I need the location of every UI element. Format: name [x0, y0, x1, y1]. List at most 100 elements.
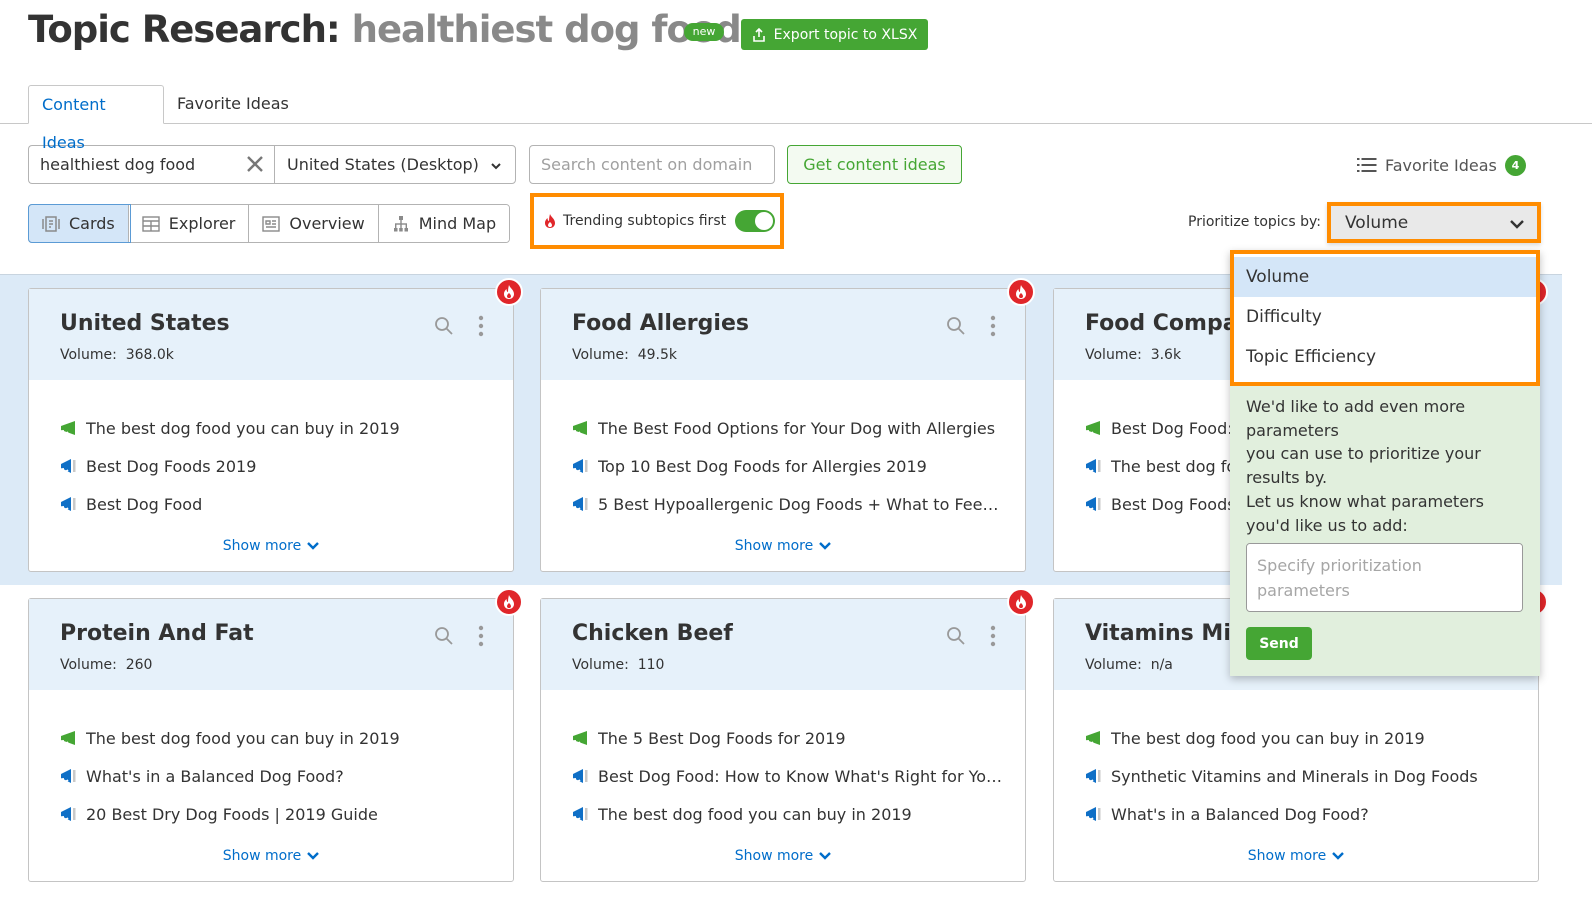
volume-value: 110 — [637, 657, 665, 673]
volume-label: Volume: — [60, 657, 117, 673]
headline-megaphone-icon — [573, 807, 588, 821]
headline-item[interactable]: The best dog food you can buy in 2019 — [60, 409, 493, 447]
search-icon[interactable] — [946, 316, 966, 336]
view-overview-label: Overview — [289, 214, 365, 233]
more-options-icon[interactable] — [989, 315, 997, 337]
fire-icon — [504, 285, 514, 299]
view-explorer-button[interactable]: Explorer — [128, 205, 250, 242]
headline-item[interactable]: Best Dog Foods 2019 — [60, 447, 493, 485]
tab-favorite-ideas[interactable]: Favorite Ideas — [164, 85, 302, 124]
page-title-keyword: healthiest dog food — [351, 8, 742, 51]
headline-list: The Best Food Options for Your Dog with … — [572, 409, 1005, 523]
fire-icon — [1016, 595, 1026, 609]
chevron-down-icon — [819, 542, 832, 550]
favorite-ideas-link[interactable]: Favorite Ideas 4 — [1357, 153, 1526, 177]
more-options-icon[interactable] — [989, 625, 997, 647]
card-title[interactable]: Protein And Fat — [60, 621, 254, 646]
prioritization-feedback-input[interactable] — [1246, 543, 1523, 612]
new-badge: new — [684, 23, 724, 41]
headline-item[interactable]: The best dog food you can buy in 2019 — [572, 795, 1005, 833]
show-more-link[interactable]: Show more — [541, 848, 1025, 864]
tab-content-ideas[interactable]: Content Ideas — [28, 85, 164, 152]
prioritize-option-volume[interactable]: Volume — [1234, 257, 1536, 297]
headline-megaphone-icon — [61, 769, 76, 783]
headline-item[interactable]: The 5 Best Dog Foods for 2019 — [572, 719, 1005, 757]
page-title-prefix: Topic Research: — [28, 8, 341, 51]
chevron-down-icon — [307, 852, 320, 860]
headline-megaphone-icon — [1086, 459, 1101, 473]
volume-value: 260 — [125, 657, 153, 673]
headline-item[interactable]: The best dog food you can buy in 2019 — [1085, 719, 1518, 757]
headline-item[interactable]: The best dog food you can buy in 2019 — [60, 719, 493, 757]
volume-value: 49.5k — [637, 347, 677, 363]
send-feedback-button[interactable]: Send — [1246, 627, 1312, 660]
show-more-link[interactable]: Show more — [29, 848, 513, 864]
fire-icon — [504, 595, 514, 609]
search-icon[interactable] — [434, 316, 454, 336]
headline-list: The 5 Best Dog Foods for 2019 Best Dog Fo… — [572, 719, 1005, 833]
headline-item[interactable]: What's in a Balanced Dog Food? — [1085, 795, 1518, 833]
feedback-line: results by. — [1246, 468, 1328, 488]
prioritize-option-topic-efficiency[interactable]: Topic Efficiency — [1234, 337, 1536, 377]
headline-item[interactable]: Best Dog Food — [60, 485, 493, 523]
headline-item[interactable]: Top 10 Best Dog Foods for Allergies 2019 — [572, 447, 1005, 485]
show-more-link[interactable]: Show more — [541, 538, 1025, 554]
card-title[interactable]: Chicken Beef — [572, 621, 733, 646]
card-volume: Volume: 260 — [60, 657, 152, 673]
headline-text: The best dog food you can buy in 2019 — [86, 418, 400, 438]
database-select[interactable]: United States (Desktop) — [274, 145, 516, 184]
headline-item[interactable]: 20 Best Dry Dog Foods | 2019 Guide — [60, 795, 493, 833]
headline-list: The best dog food you can buy in 2019 Syn… — [1085, 719, 1518, 833]
chevron-down-icon — [1332, 852, 1345, 860]
get-content-ideas-button[interactable]: Get content ideas — [787, 145, 962, 184]
top-headline-megaphone-icon — [1086, 421, 1100, 435]
chevron-down-icon — [819, 852, 832, 860]
topic-card: Food Allergies Volume: 49.5k The Best Food… — [540, 288, 1026, 572]
fire-icon — [1016, 285, 1026, 299]
prioritize-option-difficulty[interactable]: Difficulty — [1234, 297, 1536, 337]
search-icon[interactable] — [434, 626, 454, 646]
search-icon[interactable] — [946, 626, 966, 646]
card-title[interactable]: Food Allergies — [572, 311, 749, 336]
headline-megaphone-icon — [573, 497, 588, 511]
view-overview-button[interactable]: Overview — [249, 205, 379, 242]
card-title[interactable]: United States — [60, 311, 230, 336]
more-options-icon[interactable] — [477, 315, 485, 337]
card-volume: Volume: 49.5k — [572, 347, 677, 363]
topic-card: Chicken Beef Volume: 110 The 5 Best Dog Fo… — [540, 598, 1026, 882]
headline-item[interactable]: 5 Best Hypoallergenic Dog Foods + What t… — [572, 485, 1005, 523]
headline-text: The Best Food Options for Your Dog with … — [598, 418, 996, 438]
table-icon — [142, 215, 160, 232]
headline-megaphone-icon — [61, 497, 76, 511]
topic-card: United States Volume: 368.0k The best dog … — [28, 288, 514, 572]
feedback-message: We'd like to add even more parameters yo… — [1246, 395, 1526, 537]
trending-badge — [495, 588, 523, 616]
card-volume: Volume: 110 — [572, 657, 664, 673]
chevron-down-icon — [1510, 220, 1524, 229]
headline-item[interactable]: Synthetic Vitamins and Minerals in Dog F… — [1085, 757, 1518, 795]
favorite-ideas-count: 4 — [1504, 154, 1526, 176]
export-xlsx-button[interactable]: Export topic to XLSX — [741, 19, 928, 50]
more-options-icon[interactable] — [477, 625, 485, 647]
show-more-link[interactable]: Show more — [1054, 848, 1538, 864]
prioritize-select[interactable]: Volume — [1327, 202, 1541, 243]
clear-icon[interactable] — [244, 153, 266, 175]
headline-item[interactable]: What's in a Balanced Dog Food? — [60, 757, 493, 795]
show-more-link[interactable]: Show more — [29, 538, 513, 554]
view-cards-button[interactable]: Cards — [29, 205, 129, 242]
volume-value: 368.0k — [125, 347, 174, 363]
headline-megaphone-icon — [1086, 769, 1101, 783]
feedback-line: you'd like us to add: — [1246, 515, 1408, 535]
mindmap-icon — [393, 215, 408, 231]
prioritize-selected-value: Volume — [1345, 212, 1409, 233]
view-switcher: Cards Explorer Overview Mind Map — [28, 204, 511, 243]
chevron-down-icon — [307, 542, 320, 550]
trending-toggle[interactable] — [735, 210, 776, 232]
headline-item[interactable]: The Best Food Options for Your Dog with … — [572, 409, 1005, 447]
domain-search-input[interactable] — [529, 145, 775, 184]
top-headline-megaphone-icon — [1086, 731, 1100, 745]
view-mindmap-button[interactable]: Mind Map — [378, 205, 510, 242]
headline-text: Synthetic Vitamins and Minerals in Dog F… — [1111, 766, 1478, 786]
headline-item[interactable]: Best Dog Food: How to Know What's Right … — [572, 757, 1005, 795]
trending-badge — [495, 278, 523, 306]
